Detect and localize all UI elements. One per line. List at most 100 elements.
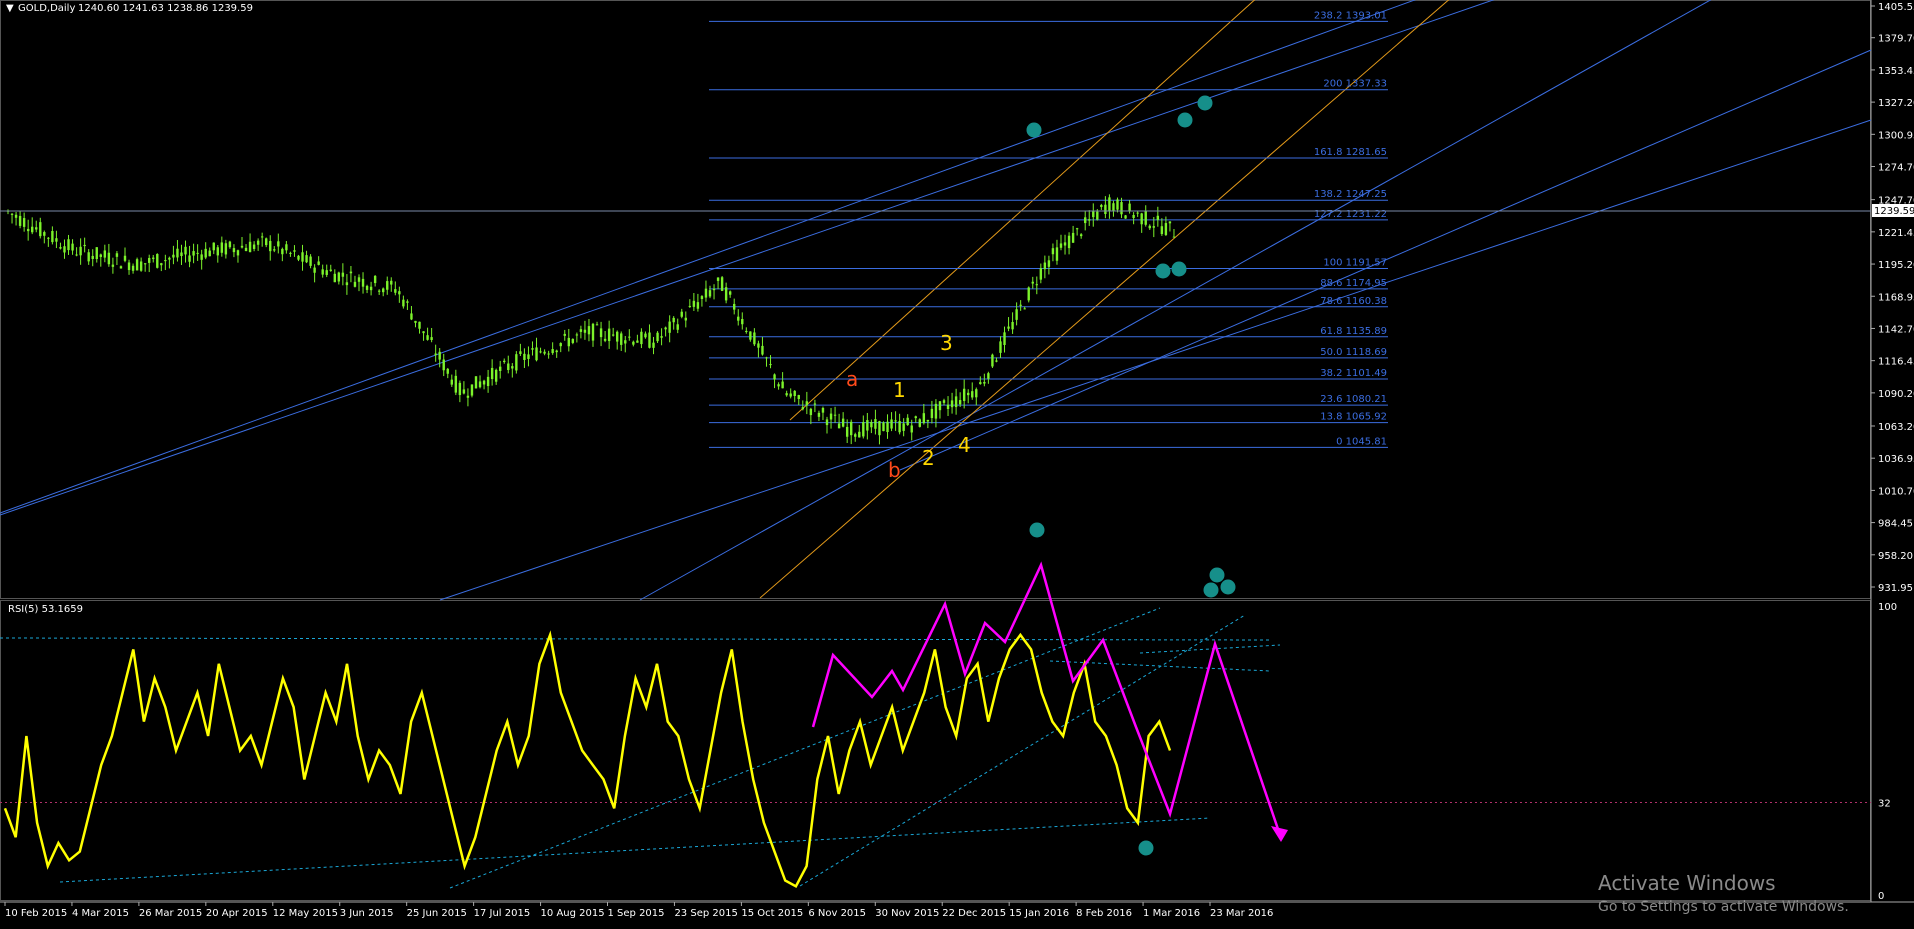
candle-body [1096,211,1099,220]
candle-body [1088,219,1091,221]
candle-body [882,422,885,432]
candle-body [636,340,639,343]
rsi-trend-line [1139,644,1281,654]
candle-body [265,238,268,246]
candle-body [1168,221,1172,224]
candle-body [620,333,623,345]
candle-body [434,353,437,356]
fib-label: 13.8 1065.92 [1320,412,1387,423]
candle-body [983,381,986,384]
candle-body [995,360,998,362]
header-arrow-icon[interactable]: ▼ [6,3,14,14]
candle-body [789,393,792,397]
candle-body [285,244,288,251]
candle-body [692,300,696,307]
candle-body [628,336,631,338]
candle-body [394,289,397,293]
candle-body [1084,217,1087,224]
candle-body [248,241,252,253]
candle-body [914,416,917,419]
projection-arrowhead [1271,826,1288,842]
candle-body [216,247,219,256]
candle-body [886,421,889,433]
candle-body [696,302,700,309]
candle-body [277,241,280,247]
candle-body [478,381,482,388]
candle-body [1108,197,1111,212]
price-tick-label: 1221.45 [1878,228,1914,239]
time-tick-label: 1 Sep 2015 [608,908,665,919]
candle-body [99,254,102,257]
rsi-line [3,630,1172,889]
candle-body [769,364,772,366]
candle-body [458,382,462,396]
candle-body [422,331,425,334]
candle-body [918,419,921,427]
candle-body [26,228,30,232]
price-tick-label: 1379.70 [1878,34,1914,45]
candle-body [1172,236,1176,238]
candle-body [240,245,244,248]
candle-body [958,400,962,405]
price-tick-label: 1195.20 [1878,260,1914,271]
candle-body [1152,226,1155,228]
candle-body [1075,228,1079,230]
candle-body [236,250,240,256]
candle-body [854,434,857,437]
price-tick-label: 1010.70 [1878,486,1914,497]
candle-body [975,389,978,398]
candle-body [1011,321,1014,330]
candle-body [418,321,421,329]
time-tick-label: 23 Sep 2015 [674,908,737,919]
candle-body [809,408,813,416]
candle-body [172,254,175,258]
candle-body [67,239,70,251]
candle-body [188,255,191,262]
candle-body [131,265,135,271]
candle-body [704,288,708,298]
candle-body [317,261,320,265]
candle-body [841,418,845,427]
candle-body [987,373,990,379]
price-tick-label: 931.95 [1878,583,1913,594]
rsi-trend-line [0,637,1271,641]
candle-body [624,340,627,344]
price-axis: 1405.55 1379.70 1353.45 1327.20 1300.95 1274.… [1871,2,1914,594]
candle-body [1071,232,1075,243]
candle-body [930,408,934,418]
candle-body [462,389,466,394]
candle-body [410,313,413,320]
candle-body [575,334,579,336]
candle-body [71,243,74,251]
candle-body [910,425,913,433]
candle-body [1136,212,1139,214]
teal-marker [1155,263,1171,279]
candle-body [837,423,841,429]
candle-body [438,351,441,360]
price-tick-label: 958.20 [1878,551,1913,562]
activate-windows-title: Activate Windows [1598,871,1776,895]
candle-body [902,423,905,431]
time-tick-label: 25 Jun 2015 [407,908,467,919]
candle-body [866,420,869,431]
teal-marker [1220,579,1236,595]
rsi-trend-line [449,607,1161,889]
candle-body [757,343,760,348]
fib-label: 61.8 1135.89 [1320,326,1387,337]
candle-body [87,252,90,262]
symbol-label: GOLD,Daily [18,3,75,14]
fib-label: 138.2 1247.25 [1314,189,1387,200]
candle-body [176,248,179,258]
candle-body [942,400,946,403]
fib-label: 23.6 1080.21 [1320,394,1387,405]
candle-body [967,392,970,396]
candle-body [289,252,292,254]
candle-body [1051,248,1055,255]
candle-body [123,255,127,261]
candle-body [1144,210,1147,225]
wave-label: 1 [893,378,906,402]
candle-body [555,350,558,353]
time-tick-label: 8 Feb 2016 [1076,908,1132,919]
candle-body [962,388,966,401]
price-tick-label: 1405.55 [1878,2,1914,13]
